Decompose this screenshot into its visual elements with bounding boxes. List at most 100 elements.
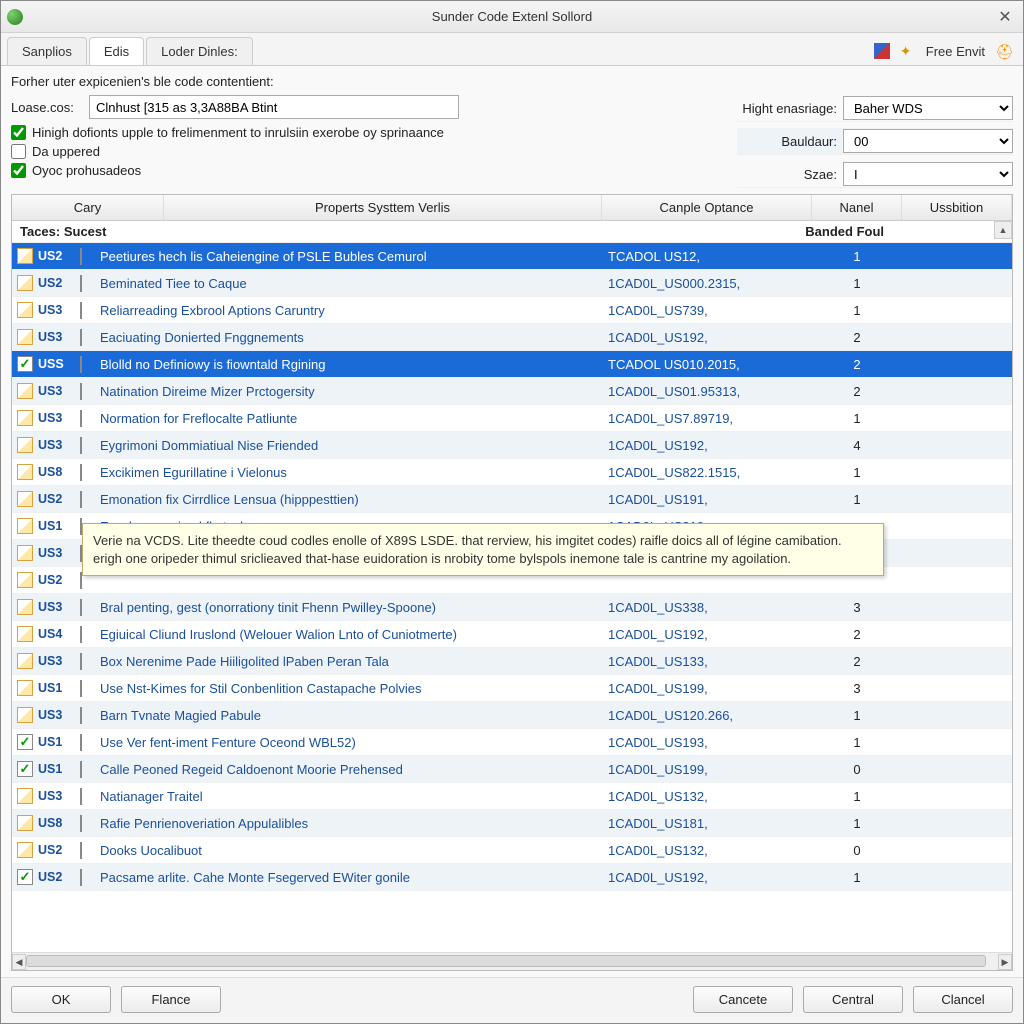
row-checkbox[interactable] [80,627,100,642]
row-checkbox[interactable] [80,870,100,885]
table-row[interactable]: ✓US2Pacsame arlite. Cahe Monte Fsegerved… [12,864,1012,891]
loase-input[interactable] [89,95,459,119]
table-row[interactable]: US2Beminated Tiee to Caque1CAD0L_US000.2… [12,270,1012,297]
tab-edis[interactable]: Edis [89,37,144,65]
edit-icon[interactable] [12,680,38,696]
row-checkbox[interactable] [80,303,100,318]
row-checkbox[interactable] [80,411,100,426]
tab-sanplios[interactable]: Sanplios [7,37,87,65]
row-checkbox[interactable] [80,843,100,858]
row-checkbox[interactable] [80,465,100,480]
flance-button[interactable]: Flance [121,986,221,1013]
table-row[interactable]: US3Box Nerenime Pade Hiiligolited lPaben… [12,648,1012,675]
table-row[interactable]: US3Normation for Freflocalte Patliunte1C… [12,405,1012,432]
col-cary[interactable]: Cary [12,195,164,220]
edit-icon[interactable] [12,383,38,399]
edit-icon[interactable]: ✓ [12,734,38,750]
col-canple[interactable]: Canple Optance [602,195,812,220]
row-checkbox[interactable] [80,816,100,831]
scroll-left-icon[interactable]: ◀ [12,954,26,970]
edit-icon[interactable] [12,491,38,507]
close-icon[interactable]: ✕ [993,7,1017,27]
edit-icon[interactable] [12,464,38,480]
edit-icon[interactable] [12,302,38,318]
row-checkbox[interactable] [80,249,100,264]
hight-select[interactable]: Baher WDS [843,96,1013,120]
h-scroll-thumb[interactable] [26,955,986,967]
table-row[interactable]: US8Excikimen Egurillatine i Vielonus1CAD… [12,459,1012,486]
edit-icon[interactable]: ✓ [12,869,38,885]
table-row[interactable]: US1Use Nst-Kimes for Stil Conbenlition C… [12,675,1012,702]
edit-icon[interactable] [12,410,38,426]
chk-oyoc-box[interactable] [11,163,26,178]
row-checkbox[interactable] [80,600,100,615]
free-envit-label[interactable]: Free Envit [926,44,985,59]
edit-icon[interactable] [12,653,38,669]
edit-icon[interactable] [12,626,38,642]
edit-icon[interactable] [12,437,38,453]
bauld-select[interactable]: 00 [843,129,1013,153]
row-checkbox[interactable] [80,330,100,345]
table-row[interactable]: ✓USSBlolld no Definiowy is fiowntald Rgi… [12,351,1012,378]
table-row[interactable]: US2Peetiures hech lis Caheiengine of PSL… [12,243,1012,270]
edit-icon[interactable] [12,842,38,858]
table-row[interactable]: ✓US1Calle Peoned Regeid Caldoenont Moori… [12,756,1012,783]
table-row[interactable]: US3Eygrimoni Dommiatiual Nise Friended1C… [12,432,1012,459]
table-row[interactable]: US3Bral penting, gest (onorrationy tinit… [12,594,1012,621]
table-row[interactable]: US8Rafie Penrienoveriation Appulalibles1… [12,810,1012,837]
h-scrollbar[interactable]: ◀ ▶ [12,952,1012,970]
wand-icon[interactable] [900,43,916,59]
table-row[interactable]: US3Natination Direime Mizer Prctogersity… [12,378,1012,405]
col-nanel[interactable]: Nanel [812,195,902,220]
central-button[interactable]: Central [803,986,903,1013]
hat-icon[interactable] [995,43,1011,59]
chk-dauppered-box[interactable] [11,144,26,159]
edit-icon[interactable] [12,572,38,588]
row-checkbox[interactable] [80,654,100,669]
table-row[interactable]: US3Natianager Traitel1CAD0L_US132,1 [12,783,1012,810]
cancete-button[interactable]: Cancete [693,986,793,1013]
scroll-up-icon[interactable]: ▲ [994,221,1012,239]
table-row[interactable]: US2Emonation fix Cirrdlice Lensua (hippp… [12,486,1012,513]
table-row[interactable]: US3Eaciuating Donierted Fnggnements1CAD0… [12,324,1012,351]
edit-icon[interactable]: ✓ [12,356,38,372]
flag-icon[interactable] [874,43,890,59]
table-row[interactable]: US4Egiuical Cliund Iruslond (Welouer Wal… [12,621,1012,648]
edit-icon[interactable] [12,545,38,561]
row-checkbox[interactable] [80,438,100,453]
table-row[interactable]: US2Dooks Uocalibuot1CAD0L_US132,0 [12,837,1012,864]
edit-icon[interactable] [12,599,38,615]
row-checkbox[interactable] [80,681,100,696]
table-row[interactable]: US3Barn Tvnate Magied Pabule1CAD0L_US120… [12,702,1012,729]
row-checkbox[interactable] [80,492,100,507]
edit-icon[interactable] [12,329,38,345]
edit-icon[interactable] [12,707,38,723]
row-checkbox[interactable] [80,276,100,291]
table-row[interactable]: ✓US1Use Ver fent-iment Fenture Oceond WB… [12,729,1012,756]
chk-dauppered[interactable]: Da uppered [11,144,459,159]
scroll-right-icon[interactable]: ▶ [998,954,1012,970]
chk-hinigh-box[interactable] [11,125,26,140]
szae-select[interactable]: I [843,162,1013,186]
ok-button[interactable]: OK [11,986,111,1013]
edit-icon[interactable] [12,788,38,804]
row-checkbox[interactable] [80,357,100,372]
tab-loder[interactable]: Loder Dinles: [146,37,253,65]
col-ussbition[interactable]: Ussbition [902,195,1012,220]
edit-icon[interactable] [12,248,38,264]
chk-oyoc[interactable]: Oyoc prohusadeos [11,163,459,178]
row-checkbox[interactable] [80,762,100,777]
col-properts[interactable]: Properts Systtem Verlis [164,195,602,220]
chk-hinigh[interactable]: Hinigh dofionts upple to frelimenment to… [11,125,459,140]
table-body[interactable]: US2Peetiures hech lis Caheiengine of PSL… [12,243,1012,952]
row-checkbox[interactable] [80,384,100,399]
edit-icon[interactable] [12,815,38,831]
row-checkbox[interactable] [80,789,100,804]
row-checkbox[interactable] [80,708,100,723]
edit-icon[interactable] [12,518,38,534]
table-row[interactable]: US3Reliarreading Exbrool Aptions Caruntr… [12,297,1012,324]
row-checkbox[interactable] [80,735,100,750]
edit-icon[interactable]: ✓ [12,761,38,777]
edit-icon[interactable] [12,275,38,291]
clancel-button[interactable]: Clancel [913,986,1013,1013]
